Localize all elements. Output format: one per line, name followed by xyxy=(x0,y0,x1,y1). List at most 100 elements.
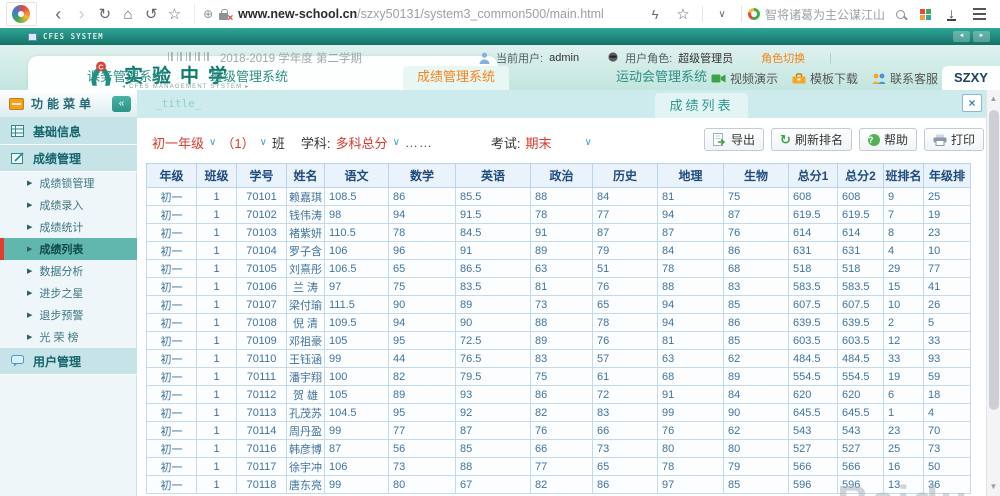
menu-icon[interactable] xyxy=(973,13,987,15)
sidebar-item-光荣榜[interactable]: ▶ 光 荣 榜 xyxy=(0,326,137,348)
apps-grid-icon[interactable] xyxy=(920,8,932,20)
sidebar-item-基础信息[interactable]: 基础信息 xyxy=(0,118,137,145)
sidebar-item-成绩录入[interactable]: ▶ 成绩录入 xyxy=(0,194,137,216)
chevron-down-icon[interactable]: ∨ xyxy=(393,137,400,148)
header-link-2[interactable]: 模板下载 xyxy=(792,70,858,87)
sidebar-item-成绩锁管理[interactable]: ▶ 成绩锁管理 xyxy=(0,172,137,194)
cell: 106.5 xyxy=(324,259,389,278)
vertical-scrollbar[interactable]: ▲ ▼ xyxy=(986,90,1000,496)
table-row[interactable]: 初一 1 70106 兰 涛 97 75 83.5 81 76 88 83 583.5 583.5 15 4… xyxy=(146,277,971,296)
table-row[interactable]: 初一 1 70114 周丹盈 99 77 87 76 66 76 62 543 543 23 70 xyxy=(146,421,971,440)
cell: 80 xyxy=(657,439,724,458)
history-icon[interactable]: ↺ xyxy=(140,5,163,23)
cell: 初一 xyxy=(146,367,197,386)
home-icon[interactable]: ⌂ xyxy=(116,6,139,23)
table-row[interactable]: 初一 1 70103 褚紫妍 110.5 78 84.5 91 87 87 76 614 614 8 23 xyxy=(146,223,971,242)
table-row[interactable]: 初一 1 70113 孔茂苏 104.5 95 92 82 83 99 90 645.5 645.5 1 4 xyxy=(146,403,971,422)
sidebar-menu: 基础信息 成绩管理 ▶ 成绩锁管理 ▶ 成绩录入 ▶ 成绩统计 ▶ 成绩列表 ▶ 数据分析 ▶ 进步之星 ▶… xyxy=(0,118,137,375)
lightning-icon[interactable]: ϟ xyxy=(642,7,668,22)
nav-tab-4[interactable]: 运动会管理系统 xyxy=(602,66,721,90)
search-suggestion[interactable]: 智将诸葛为主公谋江山 xyxy=(765,6,885,23)
scroll-left-button[interactable]: ◄ xyxy=(953,31,970,42)
scrollbar-thumb[interactable] xyxy=(988,110,999,410)
table-row[interactable]: 初一 1 70109 邓祖豪 105 95 72.5 89 76 81 85 603.5 603.5 12… xyxy=(146,331,971,350)
sidebar-item-成绩列表[interactable]: ▶ 成绩列表 xyxy=(0,238,137,260)
cell: 82 xyxy=(530,403,593,422)
url-path[interactable]: /szxy50131/system3_common500/main.html xyxy=(357,7,604,21)
table-row[interactable]: 初一 1 70108 倪 清 109.5 94 90 88 78 94 86 639.5 639.5 2 5 xyxy=(146,313,971,332)
table-row[interactable]: 初一 1 70102 钱伟涛 98 94 91.5 78 77 94 87 619.5 619.5 7 19 xyxy=(146,205,971,224)
column-header: 历史 xyxy=(592,163,658,188)
tab-grade-list[interactable]: 成绩列表 xyxy=(655,93,748,118)
sidebar-item-进步之星[interactable]: ▶ 进步之星 xyxy=(0,282,137,304)
back-icon[interactable]: ‹ xyxy=(47,5,70,23)
close-icon[interactable]: × xyxy=(962,94,982,112)
bookmark-icon[interactable]: ☆ xyxy=(163,5,186,23)
exam-select[interactable]: 期末 xyxy=(526,133,552,152)
cell: 89 xyxy=(530,331,593,350)
sidebar-item-成绩统计[interactable]: ▶ 成绩统计 xyxy=(0,216,137,238)
column-header: 总分2 xyxy=(837,163,884,188)
scroll-right-button[interactable]: ► xyxy=(973,31,990,42)
cell: 86 xyxy=(388,187,456,206)
sidebar-collapse-button[interactable]: « xyxy=(112,95,131,112)
url-bar[interactable]: ⊕ www.new-school.cn/szxy50131/system3_co… xyxy=(194,3,642,25)
forward-icon[interactable]: › xyxy=(70,5,93,23)
cell: 80 xyxy=(388,475,456,494)
nav-tab-3[interactable]: 成绩管理系统 xyxy=(403,66,510,90)
cell: 63 xyxy=(657,349,724,368)
nav-tab-1[interactable]: 课务管理系统 xyxy=(73,66,179,90)
page-info-icon[interactable]: ⊕ xyxy=(203,7,213,21)
subject-select[interactable]: 多科总分 xyxy=(336,133,388,152)
favorite-star-icon[interactable]: ☆ xyxy=(670,5,696,23)
cell: 赖嘉琪 xyxy=(286,187,325,206)
refresh-icon[interactable]: ↻ xyxy=(93,5,116,23)
search-icon[interactable] xyxy=(896,9,906,19)
role-switch-link[interactable]: 角色切换 xyxy=(761,50,805,66)
cell: 85 xyxy=(723,331,789,350)
cell: 2 xyxy=(883,313,924,332)
table-row[interactable]: 初一 1 70107 梁付瑜 111.5 90 89 73 65 94 85 607.5 607.5 10… xyxy=(146,295,971,314)
chevron-down-icon[interactable]: ∨ xyxy=(209,137,216,148)
scroll-down-icon[interactable]: ▼ xyxy=(987,480,1000,494)
insecure-lock-icon[interactable] xyxy=(219,8,233,24)
chevron-down-icon[interactable]: ∨ xyxy=(585,137,592,148)
brand-tab[interactable]: SZXY xyxy=(942,66,1000,90)
toolbar-button-2[interactable]: ↻ 刷新排名 xyxy=(771,128,852,151)
cell: 99 xyxy=(324,421,389,440)
table-row[interactable]: 初一 1 70117 徐宇冲 106 73 88 77 65 78 79 566 566 16 50 xyxy=(146,457,971,476)
nav-tab-2[interactable]: 班级管理系统 xyxy=(196,66,302,90)
table-row[interactable]: 初一 1 70111 潘宇翔 100 82 79.5 75 61 68 89 554.5 554.5 19… xyxy=(146,367,971,386)
cell: 36 xyxy=(923,475,971,494)
cell: 94 xyxy=(657,205,724,224)
table-row[interactable]: 初一 1 70110 王钰涵 99 44 76.5 83 57 63 62 484.5 484.5 33 9… xyxy=(146,349,971,368)
class-select[interactable]: （1） xyxy=(221,133,254,152)
url-host[interactable]: www.new-school.cn xyxy=(238,7,357,21)
header-link-1[interactable]: 视频演示 xyxy=(711,70,778,87)
cell: 初一 xyxy=(146,439,197,458)
table-row[interactable]: 初一 1 70101 赖嘉琪 108.5 86 85.5 88 84 81 75 608 608 9 25 xyxy=(146,187,971,206)
search-box[interactable]: 智将诸葛为主公谋江山 xyxy=(748,6,911,23)
browser-logo[interactable] xyxy=(6,2,37,26)
toolbar-button-1[interactable]: 导出 xyxy=(704,128,765,151)
dropdown-chevron-icon[interactable]: ∨ xyxy=(709,9,735,20)
sidebar-item-数据分析[interactable]: ▶ 数据分析 xyxy=(0,260,137,282)
header-link-3[interactable]: 联系客服 xyxy=(872,70,938,87)
grade-select[interactable]: 初一年级 xyxy=(152,133,204,152)
scroll-up-icon[interactable]: ▲ xyxy=(987,92,1000,106)
cell: 73 xyxy=(530,295,593,314)
table-row[interactable]: 初一 1 70104 罗子含 106 96 91 89 79 84 86 631 631 4 10 xyxy=(146,241,971,260)
sidebar-item-退步预警[interactable]: ▶ 退步预警 xyxy=(0,304,137,326)
download-icon[interactable]: ↓ xyxy=(947,6,957,21)
toolbar-button-4[interactable]: 打印 xyxy=(923,128,984,151)
table-row[interactable]: 初一 1 70116 韩彦博 87 56 85 66 73 80 80 527 527 25 73 xyxy=(146,439,971,458)
table-row[interactable]: 初一 1 70112 贺 雄 105 89 93 86 72 91 84 620 620 6 18 xyxy=(146,385,971,404)
sidebar-item-成绩管理[interactable]: 成绩管理 xyxy=(0,145,137,172)
sidebar-item-用户管理[interactable]: 用户管理 xyxy=(0,348,137,375)
chevron-down-icon[interactable]: ∨ xyxy=(260,137,267,148)
toolbar-button-3[interactable]: ? 帮助 xyxy=(858,128,917,151)
cell: 78 xyxy=(657,259,724,278)
table-row[interactable]: 初一 1 70105 刘熹彤 106.5 65 86.5 63 51 78 68 518 518 29 77 xyxy=(146,259,971,278)
cell: 63 xyxy=(530,259,593,278)
table-row[interactable]: 初一 1 70118 唐东亮 99 80 67 82 86 97 85 596 596 13 36 xyxy=(146,475,971,494)
